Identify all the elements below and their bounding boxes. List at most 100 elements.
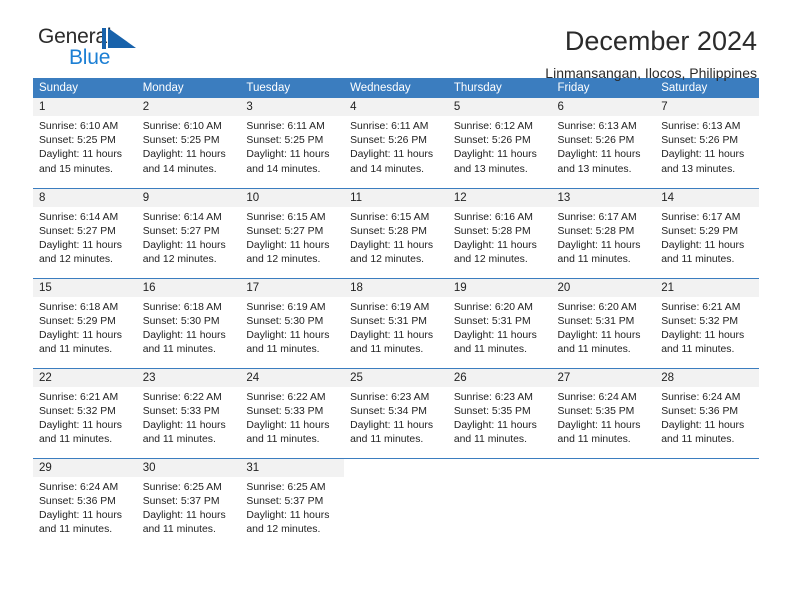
day-details: Sunrise: 6:18 AM Sunset: 5:29 PM Dayligh… xyxy=(33,297,137,358)
day-details: Sunrise: 6:13 AM Sunset: 5:26 PM Dayligh… xyxy=(655,116,759,177)
day-cell[interactable]: 4 Sunrise: 6:11 AM Sunset: 5:26 PM Dayli… xyxy=(344,98,448,188)
daylight-text-line1: Daylight: 11 hours xyxy=(557,329,641,341)
sunset-text: Sunset: 5:29 PM xyxy=(661,225,739,237)
daylight-text-line2: and 11 minutes. xyxy=(39,344,113,356)
sunset-text: Sunset: 5:26 PM xyxy=(453,135,531,147)
day-cell[interactable]: 29 Sunrise: 6:24 AM Sunset: 5:36 PM Dayl… xyxy=(33,457,137,548)
sunrise-text: Sunrise: 6:13 AM xyxy=(661,121,741,132)
sunset-text: Sunset: 5:26 PM xyxy=(661,135,739,147)
day-cell[interactable]: 9 Sunrise: 6:14 AM Sunset: 5:27 PM Dayli… xyxy=(136,187,241,278)
sunset-text: Sunset: 5:32 PM xyxy=(661,315,739,327)
sunrise-text: Sunrise: 6:11 AM xyxy=(246,121,325,132)
day-cell[interactable]: 17 Sunrise: 6:19 AM Sunset: 5:30 PM Dayl… xyxy=(240,277,345,368)
day-number: 29 xyxy=(33,458,137,477)
sunset-text: Sunset: 5:36 PM xyxy=(39,495,116,507)
day-details: Sunrise: 6:22 AM Sunset: 5:33 PM Dayligh… xyxy=(240,387,344,448)
sunrise-text: Sunrise: 6:14 AM xyxy=(39,211,119,223)
day-cell[interactable]: 2 Sunrise: 6:10 AM Sunset: 5:25 PM Dayli… xyxy=(136,98,241,188)
sunset-text: Sunset: 5:28 PM xyxy=(350,225,427,237)
day-cell[interactable]: 25 Sunrise: 6:23 AM Sunset: 5:34 PM Dayl… xyxy=(344,367,448,458)
daylight-text-line1: Daylight: 11 hours xyxy=(39,509,122,521)
daylight-text-line2: and 11 minutes. xyxy=(661,254,735,266)
sunrise-text: Sunrise: 6:17 AM xyxy=(661,211,741,223)
day-cell[interactable]: 13 Sunrise: 6:17 AM Sunset: 5:28 PM Dayl… xyxy=(551,187,656,278)
daylight-text-line2: and 11 minutes. xyxy=(350,344,424,356)
sunset-text: Sunset: 5:30 PM xyxy=(246,315,324,327)
daylight-text-line1: Daylight: 11 hours xyxy=(246,419,330,431)
day-cell[interactable]: 6 Sunrise: 6:13 AM Sunset: 5:26 PM Dayli… xyxy=(551,98,656,188)
day-details: Sunrise: 6:10 AM Sunset: 5:25 PM Dayligh… xyxy=(33,116,137,177)
day-details: Sunrise: 6:23 AM Sunset: 5:35 PM Dayligh… xyxy=(448,387,552,448)
sunset-text: Sunset: 5:25 PM xyxy=(142,135,220,147)
day-cell[interactable]: 22 Sunrise: 6:21 AM Sunset: 5:32 PM Dayl… xyxy=(33,367,137,458)
sunrise-text: Sunrise: 6:19 AM xyxy=(350,301,430,313)
sunrise-text: Sunrise: 6:13 AM xyxy=(557,121,637,132)
day-cell[interactable]: 16 Sunrise: 6:18 AM Sunset: 5:30 PM Dayl… xyxy=(136,277,241,368)
day-cell[interactable]: 30 Sunrise: 6:25 AM Sunset: 5:37 PM Dayl… xyxy=(136,457,241,548)
sunset-text: Sunset: 5:34 PM xyxy=(350,405,427,417)
sunset-text: Sunset: 5:30 PM xyxy=(142,315,220,327)
calendar-week-row: 8 Sunrise: 6:14 AM Sunset: 5:27 PM Dayli… xyxy=(33,187,759,278)
daylight-text-line1: Daylight: 11 hours xyxy=(246,509,330,521)
sunset-text: Sunset: 5:36 PM xyxy=(661,405,739,417)
daylight-text-line1: Daylight: 11 hours xyxy=(453,329,537,341)
sunrise-text: Sunrise: 6:24 AM xyxy=(39,481,119,493)
day-cell[interactable]: 14 Sunrise: 6:17 AM Sunset: 5:29 PM Dayl… xyxy=(655,187,759,278)
daylight-text-line1: Daylight: 11 hours xyxy=(39,419,122,431)
daylight-text-line1: Daylight: 11 hours xyxy=(350,419,434,431)
day-cell[interactable]: 23 Sunrise: 6:22 AM Sunset: 5:33 PM Dayl… xyxy=(136,367,241,458)
day-number: 25 xyxy=(344,368,448,387)
daylight-text-line2: and 11 minutes. xyxy=(661,434,735,446)
day-cell-empty xyxy=(655,457,759,548)
calendar-week-row: 15 Sunrise: 6:18 AM Sunset: 5:29 PM Dayl… xyxy=(33,277,759,368)
day-number: 3 xyxy=(240,98,345,116)
day-cell[interactable]: 20 Sunrise: 6:20 AM Sunset: 5:31 PM Dayl… xyxy=(551,277,656,368)
sunrise-text: Sunrise: 6:21 AM xyxy=(39,391,119,403)
day-cell[interactable]: 11 Sunrise: 6:15 AM Sunset: 5:28 PM Dayl… xyxy=(344,187,448,278)
sunrise-text: Sunrise: 6:14 AM xyxy=(142,211,222,223)
daylight-text-line2: and 12 minutes. xyxy=(350,254,425,266)
day-cell[interactable]: 12 Sunrise: 6:16 AM Sunset: 5:28 PM Dayl… xyxy=(447,187,552,278)
day-details: Sunrise: 6:12 AM Sunset: 5:26 PM Dayligh… xyxy=(448,116,552,177)
calendar-body: 1 Sunrise: 6:10 AM Sunset: 5:25 PM Dayli… xyxy=(33,98,759,548)
day-cell[interactable]: 28 Sunrise: 6:24 AM Sunset: 5:36 PM Dayl… xyxy=(655,367,759,458)
daylight-text-line2: and 12 minutes. xyxy=(453,254,528,266)
page-subtitle: Linmansangan, Ilocos, Philippines xyxy=(545,65,757,81)
day-cell[interactable]: 26 Sunrise: 6:23 AM Sunset: 5:35 PM Dayl… xyxy=(447,367,552,458)
day-cell[interactable]: 10 Sunrise: 6:15 AM Sunset: 5:27 PM Dayl… xyxy=(240,187,345,278)
day-number: 14 xyxy=(655,188,759,207)
brand-logo[interactable]: General Blue xyxy=(33,26,223,72)
day-cell[interactable]: 18 Sunrise: 6:19 AM Sunset: 5:31 PM Dayl… xyxy=(344,277,448,368)
sunset-text: Sunset: 5:37 PM xyxy=(142,495,220,507)
day-cell[interactable]: 19 Sunrise: 6:20 AM Sunset: 5:31 PM Dayl… xyxy=(447,277,552,368)
sunset-text: Sunset: 5:35 PM xyxy=(453,405,531,417)
day-cell[interactable]: 27 Sunrise: 6:24 AM Sunset: 5:35 PM Dayl… xyxy=(551,367,656,458)
sunrise-text: Sunrise: 6:15 AM xyxy=(246,211,326,223)
day-cell[interactable]: 21 Sunrise: 6:21 AM Sunset: 5:32 PM Dayl… xyxy=(655,277,759,368)
day-number xyxy=(655,458,759,477)
day-cell[interactable]: 8 Sunrise: 6:14 AM Sunset: 5:27 PM Dayli… xyxy=(33,187,137,278)
daylight-text-line1: Daylight: 11 hours xyxy=(350,329,434,341)
day-number: 1 xyxy=(33,98,137,116)
day-cell[interactable]: 3 Sunrise: 6:11 AM Sunset: 5:25 PM Dayli… xyxy=(240,98,345,188)
day-cell[interactable]: 31 Sunrise: 6:25 AM Sunset: 5:37 PM Dayl… xyxy=(240,457,345,548)
day-number: 7 xyxy=(655,98,759,116)
daylight-text-line1: Daylight: 11 hours xyxy=(453,149,537,161)
sunrise-text: Sunrise: 6:19 AM xyxy=(246,301,326,313)
day-cell[interactable]: 5 Sunrise: 6:12 AM Sunset: 5:26 PM Dayli… xyxy=(447,98,552,188)
daylight-text-line2: and 11 minutes. xyxy=(39,524,113,536)
day-cell[interactable]: 24 Sunrise: 6:22 AM Sunset: 5:33 PM Dayl… xyxy=(240,367,345,458)
day-number: 22 xyxy=(33,368,137,387)
day-cell[interactable]: 15 Sunrise: 6:18 AM Sunset: 5:29 PM Dayl… xyxy=(33,277,137,368)
title-block: December 2024 Linmansangan, Ilocos, Phil… xyxy=(545,26,759,82)
sunset-text: Sunset: 5:35 PM xyxy=(557,405,635,417)
calendar-week-row: 22 Sunrise: 6:21 AM Sunset: 5:32 PM Dayl… xyxy=(33,367,759,458)
weekday-header-sunday: Sunday xyxy=(33,78,137,98)
day-cell[interactable]: 1 Sunrise: 6:10 AM Sunset: 5:25 PM Dayli… xyxy=(33,98,137,188)
page-title: December 2024 xyxy=(564,26,757,56)
day-details: Sunrise: 6:24 AM Sunset: 5:36 PM Dayligh… xyxy=(655,387,759,448)
triangle-sail-logo-icon xyxy=(102,28,138,49)
day-number: 10 xyxy=(240,188,345,207)
day-cell[interactable]: 7 Sunrise: 6:13 AM Sunset: 5:26 PM Dayli… xyxy=(655,98,759,188)
sunrise-text: Sunrise: 6:10 AM xyxy=(39,121,119,132)
